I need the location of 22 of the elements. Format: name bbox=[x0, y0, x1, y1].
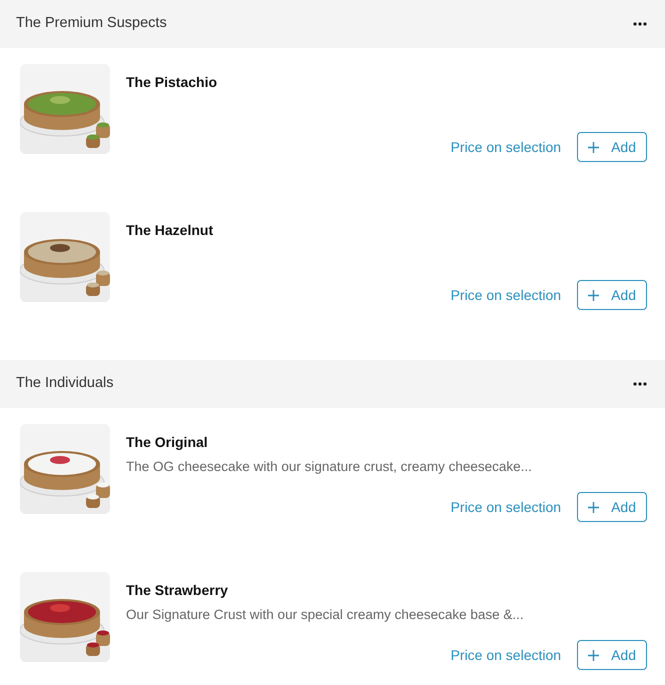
plus-icon bbox=[588, 290, 600, 300]
product-description: Our Signature Crust with our special creamy cheesecake base &... bbox=[126, 606, 525, 624]
add-button[interactable]: Add bbox=[577, 492, 647, 522]
product-name: The Strawberry bbox=[126, 581, 229, 600]
plus-icon bbox=[588, 502, 600, 512]
plus-icon bbox=[588, 142, 600, 152]
price-label: Price on selection bbox=[450, 646, 562, 664]
section-title: The Individuals bbox=[16, 374, 114, 394]
price-label: Price on selection bbox=[450, 286, 562, 304]
product-description: The OG cheesecake with our signature crust, creamy cheesecake... bbox=[126, 458, 533, 476]
price-label: Price on selection bbox=[450, 498, 562, 516]
product-name: The Hazelnut bbox=[126, 221, 214, 240]
add-button[interactable]: Add bbox=[577, 280, 647, 310]
plus-icon bbox=[588, 650, 600, 660]
add-button[interactable]: Add bbox=[577, 132, 647, 162]
more-icon[interactable] bbox=[633, 382, 647, 386]
more-icon[interactable] bbox=[633, 22, 647, 26]
add-button[interactable]: Add bbox=[577, 640, 647, 670]
product-name: The Pistachio bbox=[126, 73, 218, 92]
section-title: The Premium Suspects bbox=[16, 14, 167, 34]
product-name: The Original bbox=[126, 433, 209, 452]
price-label: Price on selection bbox=[450, 138, 562, 156]
